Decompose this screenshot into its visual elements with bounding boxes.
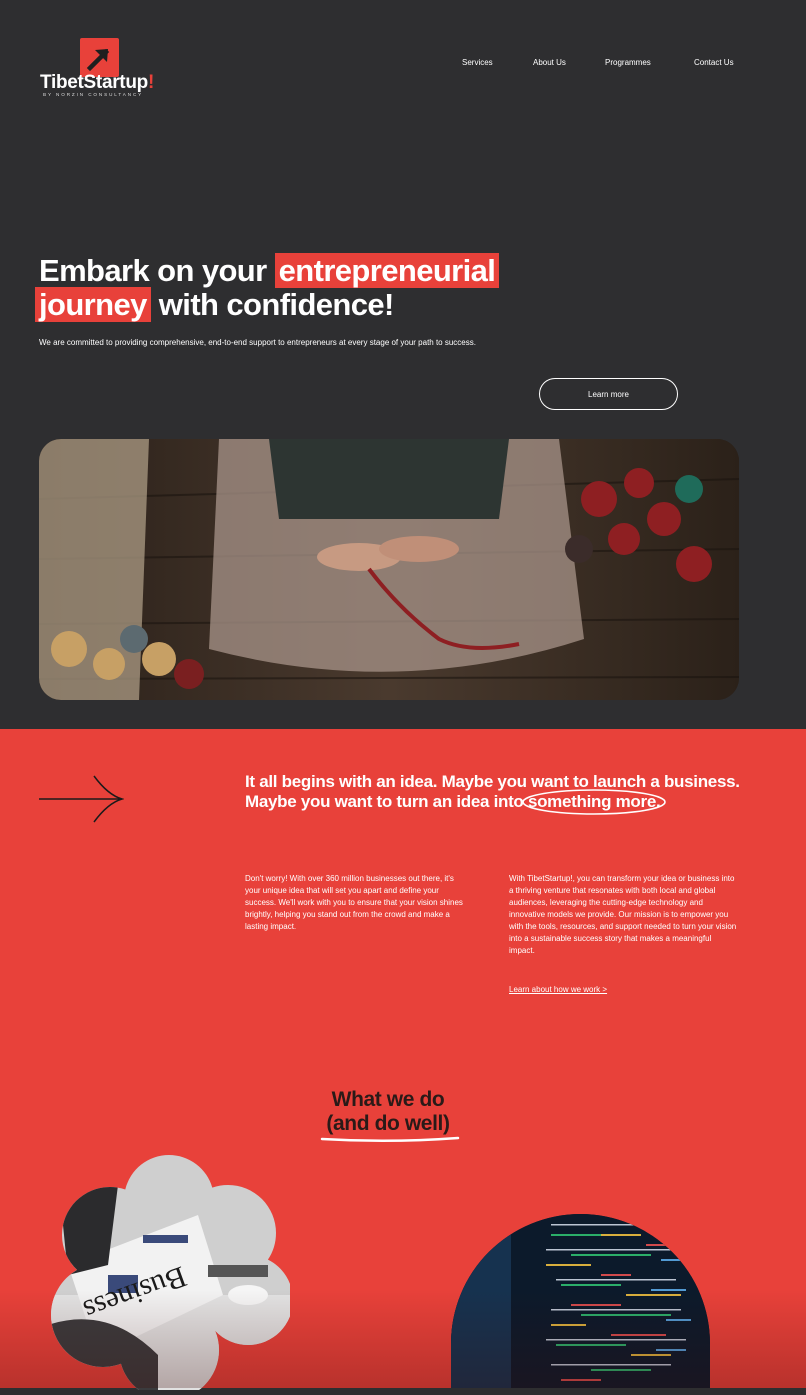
hero-image	[39, 439, 739, 700]
business-newspaper-image: Business	[48, 1155, 290, 1390]
hero-highlight-1: entrepreneurial	[274, 253, 500, 288]
hand-drawn-circle	[520, 786, 668, 818]
hero-subtitle: We are committed to providing comprehens…	[39, 338, 476, 347]
nav-about-us[interactable]: About Us	[533, 58, 566, 67]
arrow-right-icon	[38, 775, 125, 823]
learn-how-we-work-link[interactable]: Learn about how we work >	[509, 985, 607, 994]
hero-highlight-2: journey	[35, 287, 151, 322]
nav-contact-us[interactable]: Contact Us	[694, 58, 734, 67]
intro-heading: It all begins with an idea. Maybe you wa…	[245, 772, 740, 811]
intro-paragraph-left: Don't worry! With over 360 million busin…	[245, 874, 463, 931]
logo-wordmark: TibetStartup!	[40, 72, 154, 93]
logo-tagline: BY NORZIN CONSULTANCY	[43, 92, 144, 97]
nav-programmes[interactable]: Programmes	[605, 58, 651, 67]
what-we-do-heading: What we do	[331, 1088, 445, 1111]
intro-paragraph-right: With TibetStartup!, you can transform yo…	[509, 874, 737, 955]
hand-drawn-underline	[320, 1132, 460, 1143]
hero-title-line-2: journey with confidence!	[35, 287, 394, 322]
site-logo[interactable]: TibetStartup! BY NORZIN CONSULTANCY	[40, 30, 160, 100]
nav-services[interactable]: Services	[462, 58, 493, 67]
hero-title-line-1: Embark on your entrepreneurial	[39, 253, 500, 288]
learn-more-button[interactable]: Learn more	[539, 378, 678, 410]
